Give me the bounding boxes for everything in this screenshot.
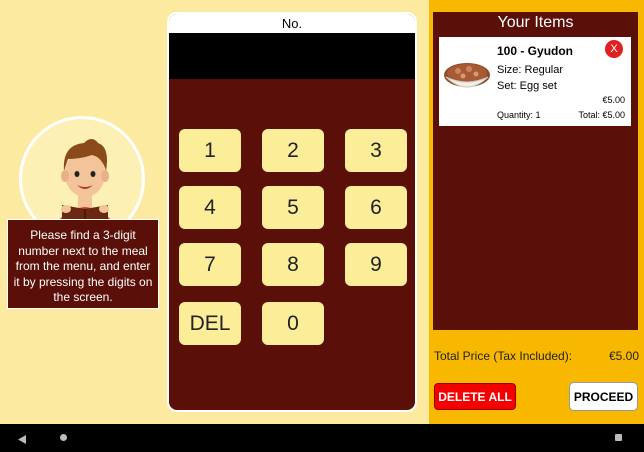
key-7[interactable]: 7 <box>179 243 241 286</box>
instruction-text: Please find a 3-digit number next to the… <box>7 219 159 309</box>
key-delete[interactable]: DEL <box>179 302 241 345</box>
proceed-button[interactable]: PROCEED <box>569 382 638 411</box>
item-quantity: Quantity: 1 <box>497 110 541 120</box>
gyudon-bowl-image <box>442 57 492 102</box>
key-4[interactable]: 4 <box>179 186 241 229</box>
key-6[interactable]: 6 <box>345 186 407 229</box>
system-navigation-bar <box>0 424 644 452</box>
recent-apps-icon[interactable] <box>615 434 622 441</box>
items-title: Your Items <box>497 14 574 31</box>
key-8[interactable]: 8 <box>262 243 324 286</box>
key-3[interactable]: 3 <box>345 129 407 172</box>
delete-all-button[interactable]: DELETE ALL <box>434 383 516 410</box>
key-2[interactable]: 2 <box>262 129 324 172</box>
key-5[interactable]: 5 <box>262 186 324 229</box>
item-name: 100 - Gyudon <box>497 44 574 58</box>
item-set: Set: Egg set <box>497 80 557 92</box>
left-panel: Please find a 3-digit number next to the… <box>0 0 166 424</box>
item-total: Total: €5.00 <box>578 110 625 120</box>
cart-panel: Your Items 100 - Gyudon Size: Regular Se… <box>429 0 644 424</box>
items-list: Your Items 100 - Gyudon Size: Regular Se… <box>433 12 638 330</box>
key-9[interactable]: 9 <box>345 243 407 286</box>
total-price-value: €5.00 <box>608 349 639 363</box>
home-icon[interactable] <box>60 434 67 441</box>
number-display <box>169 33 415 79</box>
item-price: €5.00 <box>602 95 625 105</box>
back-icon[interactable] <box>17 432 27 450</box>
total-price-label: Total Price (Tax Included): <box>434 349 573 363</box>
key-0[interactable]: 0 <box>262 302 324 345</box>
remove-item-button[interactable]: X <box>605 40 623 58</box>
number-label: No. <box>169 14 415 33</box>
key-1[interactable]: 1 <box>179 129 241 172</box>
cart-item[interactable]: 100 - Gyudon Size: Regular Set: Egg set … <box>439 37 631 126</box>
keypad-panel: No. 1 2 3 4 5 6 7 8 9 DEL 0 <box>167 12 417 412</box>
item-size: Size: Regular <box>497 64 564 76</box>
